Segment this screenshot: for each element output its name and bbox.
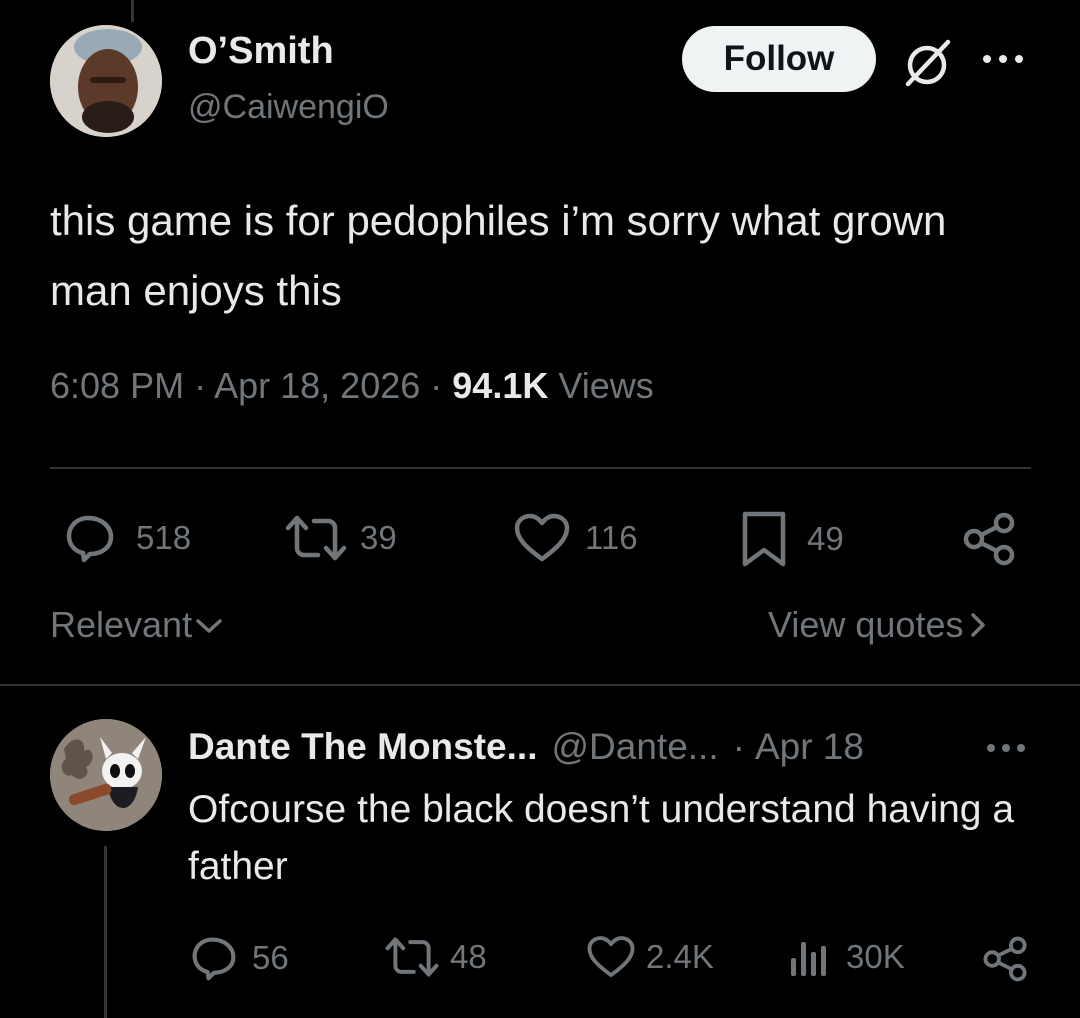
- meta-separator: ·: [194, 365, 215, 406]
- reply-more-icon[interactable]: [984, 734, 1028, 762]
- reply-icon: [66, 515, 114, 563]
- reply-reply-count: 56: [252, 939, 289, 976]
- divider: [50, 467, 1031, 469]
- views-icon: [791, 942, 826, 976]
- author-name[interactable]: O’Smith: [188, 30, 334, 73]
- thread-connector: [104, 846, 107, 1018]
- reply-date[interactable]: Apr 18: [755, 726, 864, 768]
- reply-like-button[interactable]: 2.4K: [586, 934, 714, 980]
- like-button[interactable]: 116: [513, 512, 638, 564]
- thread-connector-top: [131, 0, 134, 22]
- reply-text: Ofcourse the black doesn’t understand ha…: [188, 788, 1015, 888]
- tweet-date[interactable]: Apr 18, 2026: [214, 365, 420, 406]
- tweet-time[interactable]: 6:08 PM: [50, 365, 184, 406]
- view-quotes-label: View quotes: [768, 604, 964, 645]
- bookmark-icon: [742, 511, 786, 567]
- reply-share-button[interactable]: [982, 936, 1028, 982]
- reply-views-count: 30K: [846, 938, 905, 975]
- divider: [0, 684, 1080, 686]
- reply-repost-button[interactable]: 48: [384, 934, 487, 980]
- repost-icon: [285, 515, 347, 561]
- views-label: Views: [558, 365, 654, 406]
- reply-author-name[interactable]: Dante The Monste...: [188, 726, 537, 768]
- reply-author-handle[interactable]: @Dante...: [551, 726, 718, 768]
- bookmark-button[interactable]: 49: [741, 510, 844, 568]
- author-handle[interactable]: @CaiwengiO: [188, 88, 389, 127]
- bookmark-count: 49: [807, 520, 844, 557]
- sort-dropdown[interactable]: Relevant: [50, 604, 226, 646]
- chevron-right-icon: [971, 613, 986, 637]
- reply-views-button[interactable]: 30K: [788, 934, 905, 980]
- reply-count: 518: [136, 519, 192, 556]
- reply-header: Dante The Monste... @Dante... · Apr 18: [188, 726, 864, 768]
- repost-count: 39: [360, 519, 397, 556]
- reply-avatar[interactable]: [50, 719, 162, 831]
- reply-button[interactable]: 518: [64, 512, 191, 564]
- more-icon[interactable]: [978, 44, 1028, 74]
- meta-separator: ·: [430, 365, 453, 406]
- like-icon: [514, 513, 570, 562]
- reply-repost-count: 48: [450, 938, 487, 975]
- reply-icon: [192, 937, 236, 981]
- reply-like-count: 2.4K: [646, 938, 714, 975]
- reply-reply-button[interactable]: 56: [190, 934, 289, 982]
- follow-button[interactable]: Follow: [682, 26, 876, 92]
- sort-label: Relevant: [50, 604, 193, 645]
- share-icon: [963, 512, 1015, 566]
- share-icon: [983, 936, 1027, 982]
- grok-icon[interactable]: [900, 34, 956, 90]
- views-count: 94.1K: [452, 365, 549, 406]
- repost-button[interactable]: 39: [284, 512, 397, 564]
- like-icon: [587, 936, 635, 978]
- tweet-meta: 6:08 PM · Apr 18, 2026 · 94.1K Views: [50, 365, 654, 407]
- author-avatar[interactable]: [50, 25, 162, 137]
- tweet-text: this game is for pedophiles i’m sorry wh…: [50, 197, 947, 314]
- reply-separator: ·: [732, 726, 745, 767]
- chevron-down-icon: [196, 619, 222, 633]
- view-quotes-link[interactable]: View quotes: [768, 604, 991, 646]
- like-count: 116: [585, 519, 638, 556]
- repost-icon: [385, 937, 439, 977]
- share-button[interactable]: [962, 512, 1016, 566]
